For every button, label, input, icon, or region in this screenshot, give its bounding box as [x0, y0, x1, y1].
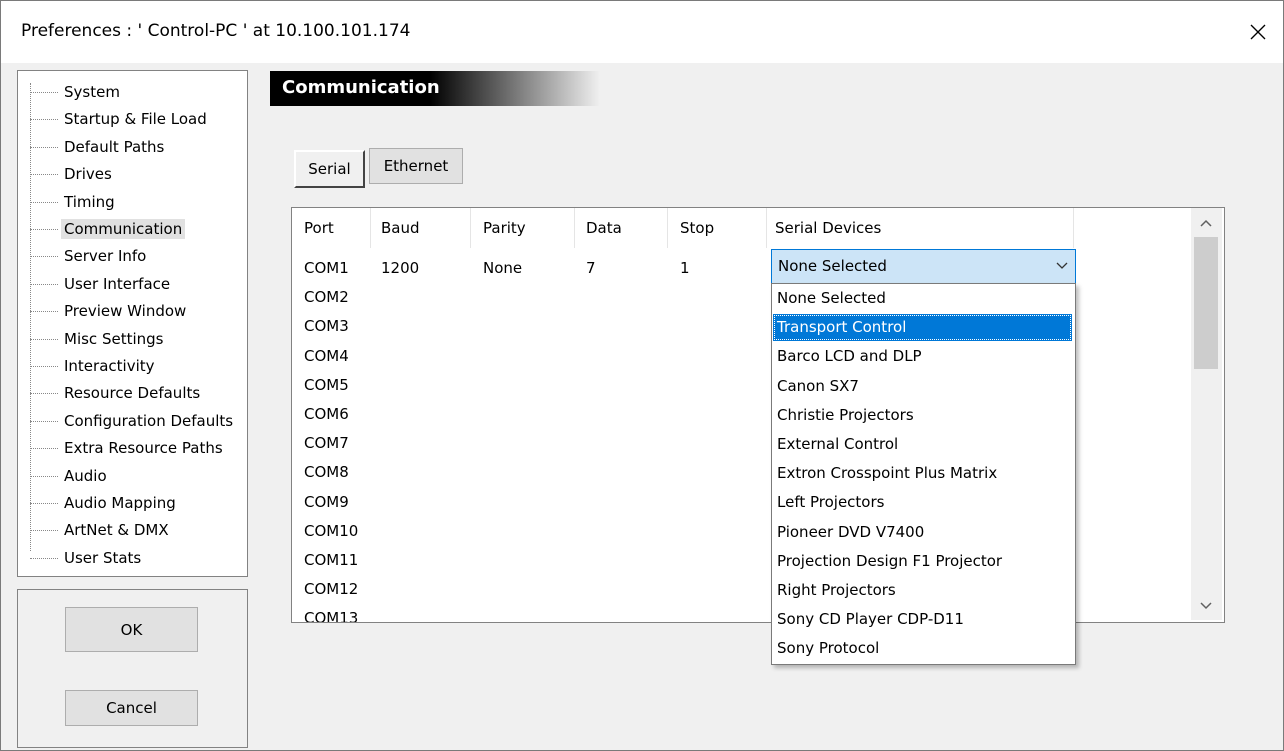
port-cell[interactable]: COM9	[304, 493, 349, 511]
tree-item-label: Extra Resource Paths	[64, 439, 223, 458]
tab-serial[interactable]: Serial	[294, 150, 365, 188]
tree-item[interactable]: ArtNet & DMX	[18, 517, 246, 545]
dropdown-option[interactable]: Left Projectors	[773, 489, 1072, 516]
baud-cell[interactable]: 1200	[381, 259, 419, 277]
port-cell[interactable]: COM2	[304, 288, 349, 306]
dropdown-option[interactable]: Canon SX7	[773, 373, 1072, 400]
tree-item[interactable]: Misc Settings	[18, 326, 246, 354]
column-header-data: Data	[586, 219, 622, 237]
port-cell[interactable]: COM11	[304, 551, 358, 569]
tree-item-label: Server Info	[64, 247, 147, 266]
dropdown-option[interactable]: Pioneer DVD V7400	[773, 519, 1072, 546]
table-header: Port Baud Parity Data Stop Serial Device…	[292, 208, 1202, 248]
port-cell[interactable]: COM6	[304, 405, 349, 423]
tree-item[interactable]: Resource Defaults	[18, 380, 246, 408]
tree-item-label: Default Paths	[64, 137, 165, 156]
tree-item-label: Interactivity	[64, 357, 155, 375]
tree-item[interactable]: Startup & File Load	[18, 106, 246, 134]
tree-item-label: User Interface	[64, 274, 171, 293]
tree-item[interactable]: Drives	[18, 161, 246, 189]
window-title: Preferences : ' Control-PC ' at 10.100.1…	[21, 21, 411, 41]
column-header-parity: Parity	[483, 219, 526, 237]
dropdown-option[interactable]: Sony Protocol	[773, 635, 1072, 662]
tree-item-label: Communication	[61, 219, 186, 239]
port-cell[interactable]: COM12	[304, 580, 358, 598]
tree-item-label: User Stats	[64, 548, 142, 567]
tree-item[interactable]: User Interface	[18, 271, 246, 299]
tree-item[interactable]: Server Info	[18, 243, 246, 271]
ok-button[interactable]: OK	[65, 607, 198, 652]
tree-item[interactable]: Default Paths	[18, 134, 246, 162]
dropdown-option[interactable]: Extron Crosspoint Plus Matrix	[773, 460, 1072, 487]
title-bar: Preferences : ' Control-PC ' at 10.100.1…	[1, 1, 1283, 63]
preferences-tree[interactable]: System Startup & File Load Default Paths Dr…	[17, 70, 248, 577]
stop-cell[interactable]: 1	[680, 259, 690, 277]
tree-item[interactable]: Audio Mapping	[18, 490, 246, 518]
parity-cell[interactable]: None	[483, 259, 522, 277]
tree-item-label: ArtNet & DMX	[64, 521, 169, 540]
combobox-value: None Selected	[778, 257, 887, 275]
dropdown-option[interactable]: External Control	[773, 431, 1072, 458]
tree-item-label: Preview Window	[64, 302, 187, 321]
tree-item-label: Audio Mapping	[64, 494, 176, 512]
dropdown-option[interactable]: Projection Design F1 Projector	[773, 548, 1072, 575]
chevron-down-icon	[1056, 262, 1068, 269]
dropdown-option[interactable]: Barco LCD and DLP	[773, 343, 1072, 370]
port-cell[interactable]: COM1	[304, 259, 349, 277]
port-cell[interactable]: COM5	[304, 376, 349, 394]
tree-item[interactable]: User Stats	[18, 545, 246, 573]
port-cell[interactable]: COM10	[304, 522, 358, 540]
tree-item[interactable]: Interactivity	[18, 353, 246, 381]
tree-item-label: System	[64, 83, 120, 101]
tree-item[interactable]: System	[18, 79, 246, 107]
tree-item-label: Misc Settings	[64, 329, 164, 348]
close-icon	[1250, 24, 1266, 40]
dropdown-option[interactable]: Right Projectors	[773, 577, 1072, 604]
button-panel: OK Cancel	[17, 589, 248, 748]
tree-item-label: Resource Defaults	[64, 384, 201, 403]
tree-item-label: Startup & File Load	[64, 110, 207, 129]
tree-item[interactable]: Timing	[18, 189, 246, 217]
scrollbar-thumb[interactable]	[1194, 237, 1218, 369]
port-cell[interactable]: COM7	[304, 434, 349, 452]
tree-item[interactable]: Preview Window	[18, 298, 246, 326]
tree-item[interactable]: Audio	[18, 463, 246, 491]
dropdown-option[interactable]: Christie Projectors	[773, 402, 1072, 429]
dropdown-option[interactable]: Transport Control	[773, 314, 1072, 342]
serial-device-combobox[interactable]: None Selected	[771, 249, 1076, 285]
column-header-serial-devices: Serial Devices	[775, 219, 882, 237]
dropdown-option[interactable]: None Selected	[773, 285, 1072, 312]
tab-ethernet[interactable]: Ethernet	[369, 148, 463, 184]
tree-item[interactable]: Configuration Defaults	[18, 408, 246, 436]
tree-item-label: Configuration Defaults	[64, 411, 234, 430]
cancel-button[interactable]: Cancel	[65, 690, 198, 726]
port-cell[interactable]: COM4	[304, 347, 349, 365]
tree-item[interactable]: Extra Resource Paths	[18, 435, 246, 463]
tree-item-label: Drives	[64, 165, 112, 184]
serial-device-dropdown[interactable]: None Selected Transport Control Barco LCD …	[771, 283, 1076, 665]
tree-item-label: Timing	[64, 192, 115, 211]
port-cell[interactable]: COM13	[304, 609, 358, 622]
port-cell[interactable]: COM3	[304, 317, 349, 335]
tree-item[interactable]: Communication	[18, 216, 246, 244]
column-header-baud: Baud	[381, 219, 420, 237]
close-button[interactable]	[1233, 1, 1283, 63]
data-cell[interactable]: 7	[586, 259, 596, 277]
column-header-stop: Stop	[680, 219, 715, 237]
scroll-down-icon[interactable]	[1199, 601, 1213, 611]
dropdown-option[interactable]: Sony CD Player CDP-D11	[773, 606, 1072, 633]
section-title: Communication	[282, 77, 440, 98]
scroll-up-icon[interactable]	[1199, 218, 1213, 228]
section-header: Communication	[270, 71, 1265, 106]
serial-ports-table[interactable]: Port Baud Parity Data Stop Serial Device…	[291, 207, 1225, 623]
tree-item-label: Audio	[64, 466, 107, 485]
column-header-port: Port	[304, 219, 334, 237]
port-cell[interactable]: COM8	[304, 463, 349, 481]
